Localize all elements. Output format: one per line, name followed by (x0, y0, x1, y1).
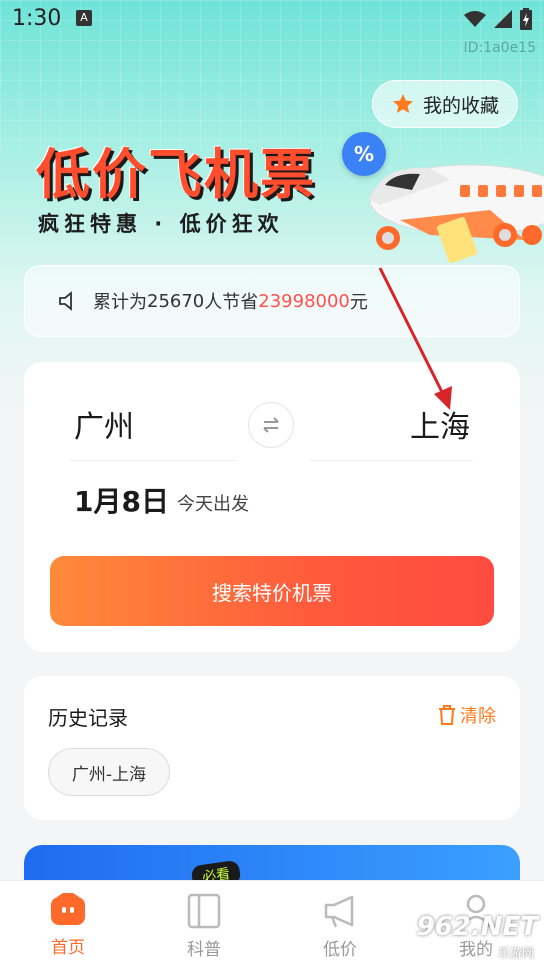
banner-subtitle: 疯狂特惠 · 低价狂欢 (38, 212, 284, 236)
swap-icon (263, 417, 279, 433)
history-item[interactable]: 广州-上海 (48, 748, 170, 796)
wifi-icon (464, 11, 486, 27)
clear-history-button[interactable]: 清除 (438, 702, 496, 728)
tab-home[interactable]: 首页 (0, 881, 136, 969)
search-flights-button[interactable]: 搜索特价机票 (50, 556, 494, 626)
notice-amount: 23998000 (258, 290, 350, 312)
notice-middle: 人节省 (204, 292, 259, 313)
flight-search-card: 广州 上海 1月8日 今天出发 搜索特价机票 (24, 362, 520, 652)
departure-divider (70, 460, 236, 461)
status-icons (464, 8, 532, 30)
notice-people-count: 25670 (147, 290, 205, 312)
notice-prefix: 累计为 (93, 292, 147, 313)
device-id: ID:1a0e15 (463, 40, 536, 56)
tab-science[interactable]: 科普 (136, 881, 272, 969)
star-icon (392, 94, 413, 113)
tab-deals[interactable]: 低价 (272, 881, 408, 969)
departure-date-note: 今天出发 (177, 494, 249, 515)
watermark-logo: 962.NET (416, 912, 538, 942)
notification-icon: A (76, 10, 92, 26)
swap-cities-button[interactable] (248, 402, 294, 448)
signal-icon (494, 10, 512, 28)
battery-icon (520, 8, 532, 30)
notice-suffix: 元 (349, 292, 368, 313)
savings-notice: 累计为 25670 人节省 23998000 元 (24, 265, 520, 337)
favorites-button[interactable]: 我的收藏 (372, 80, 518, 128)
history-title: 历史记录 (48, 706, 128, 730)
trash-icon (439, 705, 455, 725)
favorites-label: 我的收藏 (422, 94, 499, 117)
airplane-illustration (369, 164, 544, 264)
arrival-divider (309, 460, 473, 461)
history-card: 历史记录 清除 广州-上海 (24, 676, 520, 820)
speaker-icon (59, 291, 72, 311)
book-icon (187, 893, 221, 929)
home-icon (51, 893, 85, 925)
arrival-city[interactable]: 上海 (410, 402, 470, 446)
megaphone-icon (324, 895, 354, 928)
tab-home-label: 首页 (51, 938, 85, 958)
departure-city[interactable]: 广州 (74, 402, 134, 446)
status-time: 1:30 (12, 6, 62, 31)
clear-history-label: 清除 (460, 706, 496, 727)
banner-title: 低价飞机票 (36, 143, 316, 206)
tab-deals-label: 低价 (323, 940, 357, 960)
tab-science-label: 科普 (187, 940, 221, 960)
status-bar: 1:30 A (0, 0, 544, 40)
departure-date[interactable]: 1月8日 (74, 480, 169, 520)
watermark-sub: 乐游网 (497, 946, 534, 960)
